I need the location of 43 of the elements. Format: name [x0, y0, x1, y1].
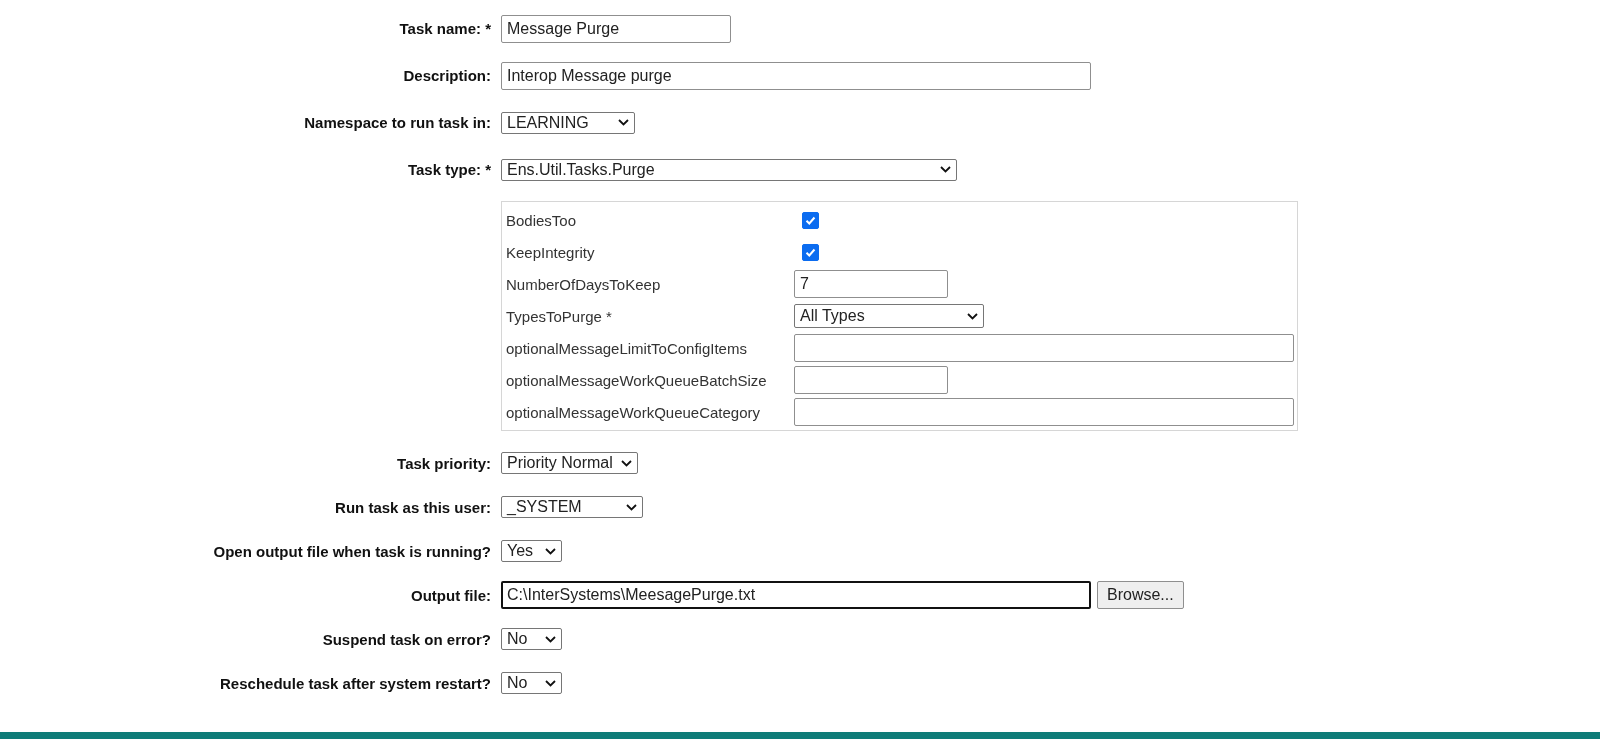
field-label: Task priority:	[396, 454, 492, 472]
setting-label: TypesToPurge *	[506, 306, 613, 327]
field-label: Output file:	[410, 586, 492, 604]
field-label: Task name: *	[398, 20, 492, 37]
field-label: Task type: *	[406, 161, 492, 178]
chevron-down-icon	[940, 166, 951, 173]
dropdown[interactable]: No	[501, 672, 562, 694]
input-field[interactable]	[794, 334, 1294, 362]
input-field[interactable]	[794, 398, 1294, 426]
field-label: Run task as this user:	[334, 498, 492, 516]
dropdown[interactable]: Yes	[501, 540, 562, 562]
dropdown[interactable]: All Types	[794, 304, 984, 328]
file-path-field[interactable]: C:\InterSystems\MeesagePurge.txt	[501, 581, 1091, 609]
setting-label: optionalMessageWorkQueueBatchSize	[506, 370, 768, 391]
input-field[interactable]: Message Purge	[501, 14, 731, 43]
setting-label: NumberOfDaysToKeep	[506, 274, 662, 295]
checkbox[interactable]	[802, 243, 819, 261]
chevron-down-icon	[620, 459, 632, 467]
setting-label: optionalMessageLimitToConfigItems	[506, 338, 748, 359]
chevron-down-icon	[618, 119, 629, 126]
chevron-down-icon	[545, 635, 556, 643]
dropdown[interactable]: Priority Normal	[501, 452, 638, 474]
dropdown[interactable]: Ens.Util.Tasks.Purge	[501, 158, 957, 181]
chevron-down-icon	[545, 547, 556, 555]
field-label: Open output file when task is running?	[212, 542, 492, 560]
checkbox[interactable]	[802, 211, 819, 229]
dropdown[interactable]: No	[501, 628, 562, 650]
input-field[interactable]: Interop Message purge	[501, 61, 1091, 90]
dropdown[interactable]: LEARNING	[501, 111, 635, 134]
field-label: Suspend task on error?	[321, 630, 492, 648]
setting-label: KeepIntegrity	[506, 242, 596, 263]
dropdown[interactable]: _SYSTEM	[501, 496, 643, 518]
chevron-down-icon	[626, 503, 637, 511]
setting-label: optionalMessageWorkQueueCategory	[506, 402, 762, 423]
chevron-down-icon	[967, 312, 978, 320]
chevron-down-icon	[545, 679, 556, 687]
field-label: Reschedule task after system restart?	[219, 674, 492, 692]
field-label: Namespace to run task in:	[303, 114, 492, 131]
input-field[interactable]	[794, 366, 948, 394]
input-field[interactable]: 7	[794, 270, 948, 298]
browse-button[interactable]: Browse...	[1097, 581, 1184, 609]
field-label: Description:	[402, 67, 492, 84]
setting-label: BodiesToo	[506, 210, 578, 231]
